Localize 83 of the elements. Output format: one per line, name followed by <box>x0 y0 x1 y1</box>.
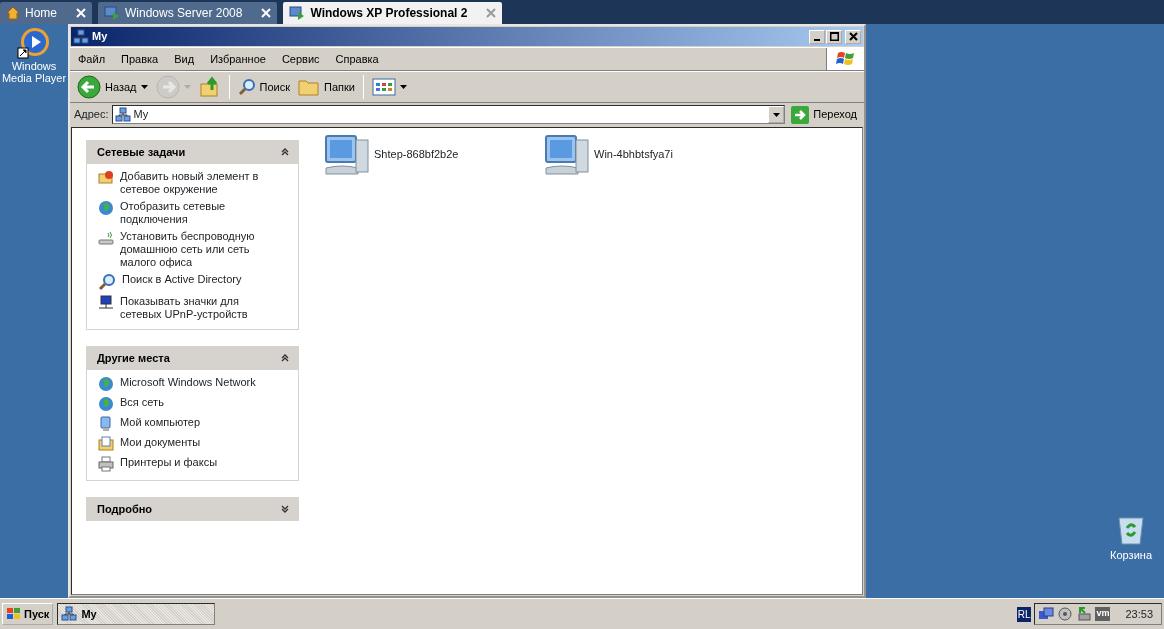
menu-item[interactable]: Вид <box>166 50 203 68</box>
computer-label[interactable]: Win-4bhbtsfya7i <box>594 145 673 163</box>
printer-icon <box>98 456 114 472</box>
expand-chevron-icon <box>281 505 289 513</box>
caret-icon <box>772 112 780 117</box>
device-arrow-icon[interactable] <box>1076 606 1093 622</box>
menu-item[interactable]: Избранное <box>202 50 274 68</box>
go-button[interactable]: Переход <box>788 103 860 126</box>
caret-icon <box>399 85 407 89</box>
folder-up-icon <box>198 76 221 98</box>
monitor-icon <box>98 295 114 311</box>
computer-icon <box>98 416 114 432</box>
start-button[interactable]: Пуск <box>2 603 54 625</box>
search-icon <box>237 78 256 96</box>
panel-header[interactable]: Подробно <box>86 497 299 521</box>
desktop-icon-label[interactable]: Windows Media Player <box>0 60 68 84</box>
network-icon <box>61 606 78 622</box>
media-player-icon <box>17 26 51 60</box>
address-field[interactable]: My <box>111 105 786 124</box>
close-icon[interactable] <box>486 8 497 18</box>
maximize-button[interactable] <box>826 29 842 44</box>
folder-icon <box>98 436 114 452</box>
computer-label[interactable]: Shtep-868bf2b2e <box>374 145 459 163</box>
browser-tab[interactable]: Home <box>0 2 92 24</box>
network-icon <box>73 28 89 45</box>
clock: 23:53 <box>1125 606 1153 622</box>
window-title: My <box>92 29 108 45</box>
monitor-icon <box>104 5 120 21</box>
house-icon <box>6 6 20 20</box>
task-link[interactable]: Поиск в Active Directory <box>122 273 242 286</box>
task-link[interactable]: Принтеры и факсы <box>120 456 218 469</box>
computer-icon <box>322 132 370 176</box>
network-folder-icon <box>98 170 114 186</box>
menu-item[interactable]: Правка <box>113 50 167 68</box>
menu-item[interactable]: Сервис <box>273 50 328 68</box>
windows-flag-icon <box>6 607 22 621</box>
task-link[interactable]: Отобразить сетевые подключения <box>120 200 270 226</box>
desktop-icon-label[interactable]: Корзина <box>1110 548 1152 561</box>
close-button[interactable] <box>845 29 861 44</box>
close-icon <box>848 32 858 41</box>
task-link[interactable]: Установить беспроводную домашнюю сеть или сеть малого офиса <box>120 230 270 269</box>
panel-header[interactable]: Сетевые задачи <box>86 140 299 164</box>
panel-header[interactable]: Другие места <box>86 346 299 370</box>
monitor-icon <box>289 5 306 21</box>
collapse-chevron-icon <box>281 354 289 362</box>
folders-button[interactable]: Папки <box>295 75 358 99</box>
globe-icon <box>98 396 114 412</box>
browser-tab[interactable]: Windows XP Professional 2 <box>283 2 503 24</box>
task-link[interactable]: Мои документы <box>120 436 201 449</box>
maximize-icon <box>829 32 839 41</box>
minimize-button[interactable] <box>809 29 825 44</box>
recycle-bin-icon <box>1116 514 1147 546</box>
vm-tray-icon[interactable]: vm <box>1095 607 1111 621</box>
address-label: Адрес: <box>74 107 109 123</box>
network-icon <box>114 106 131 123</box>
wireless-icon <box>98 230 114 246</box>
task-link[interactable]: Добавить новый элемент в сетевое окружение <box>120 170 270 196</box>
network-icon[interactable] <box>1038 606 1055 622</box>
minimize-icon <box>814 38 820 41</box>
menu-item[interactable]: Файл <box>70 50 114 68</box>
collapse-chevron-icon <box>281 148 289 156</box>
browser-tab[interactable]: Windows Server 2008 <box>98 2 278 24</box>
folder-icon <box>298 77 320 97</box>
globe-icon <box>98 200 114 216</box>
computer-icon <box>542 132 590 176</box>
dropdown-button[interactable] <box>768 106 785 123</box>
speaker-icon[interactable] <box>1057 606 1074 622</box>
task-link[interactable]: Microsoft Windows Network <box>120 376 256 389</box>
views-grid-icon <box>371 78 396 96</box>
address-value: My <box>133 107 150 123</box>
search-icon <box>98 273 116 291</box>
caret-icon <box>183 85 191 89</box>
task-link[interactable]: Показывать значки для сетевых UPnP-устройств <box>120 295 270 321</box>
language-indicator[interactable]: RL <box>1016 606 1032 622</box>
windows-flag-icon <box>835 50 856 68</box>
globe-icon <box>98 376 114 392</box>
taskbar-button[interactable]: My <box>57 603 216 625</box>
menu-item[interactable]: Справка <box>327 50 387 68</box>
search-button[interactable]: Поиск <box>234 76 293 98</box>
caret-icon <box>140 85 148 89</box>
task-link[interactable]: Вся сеть <box>120 396 164 409</box>
task-link[interactable]: Мой компьютер <box>120 416 201 429</box>
back-button[interactable]: Назад <box>74 73 151 101</box>
